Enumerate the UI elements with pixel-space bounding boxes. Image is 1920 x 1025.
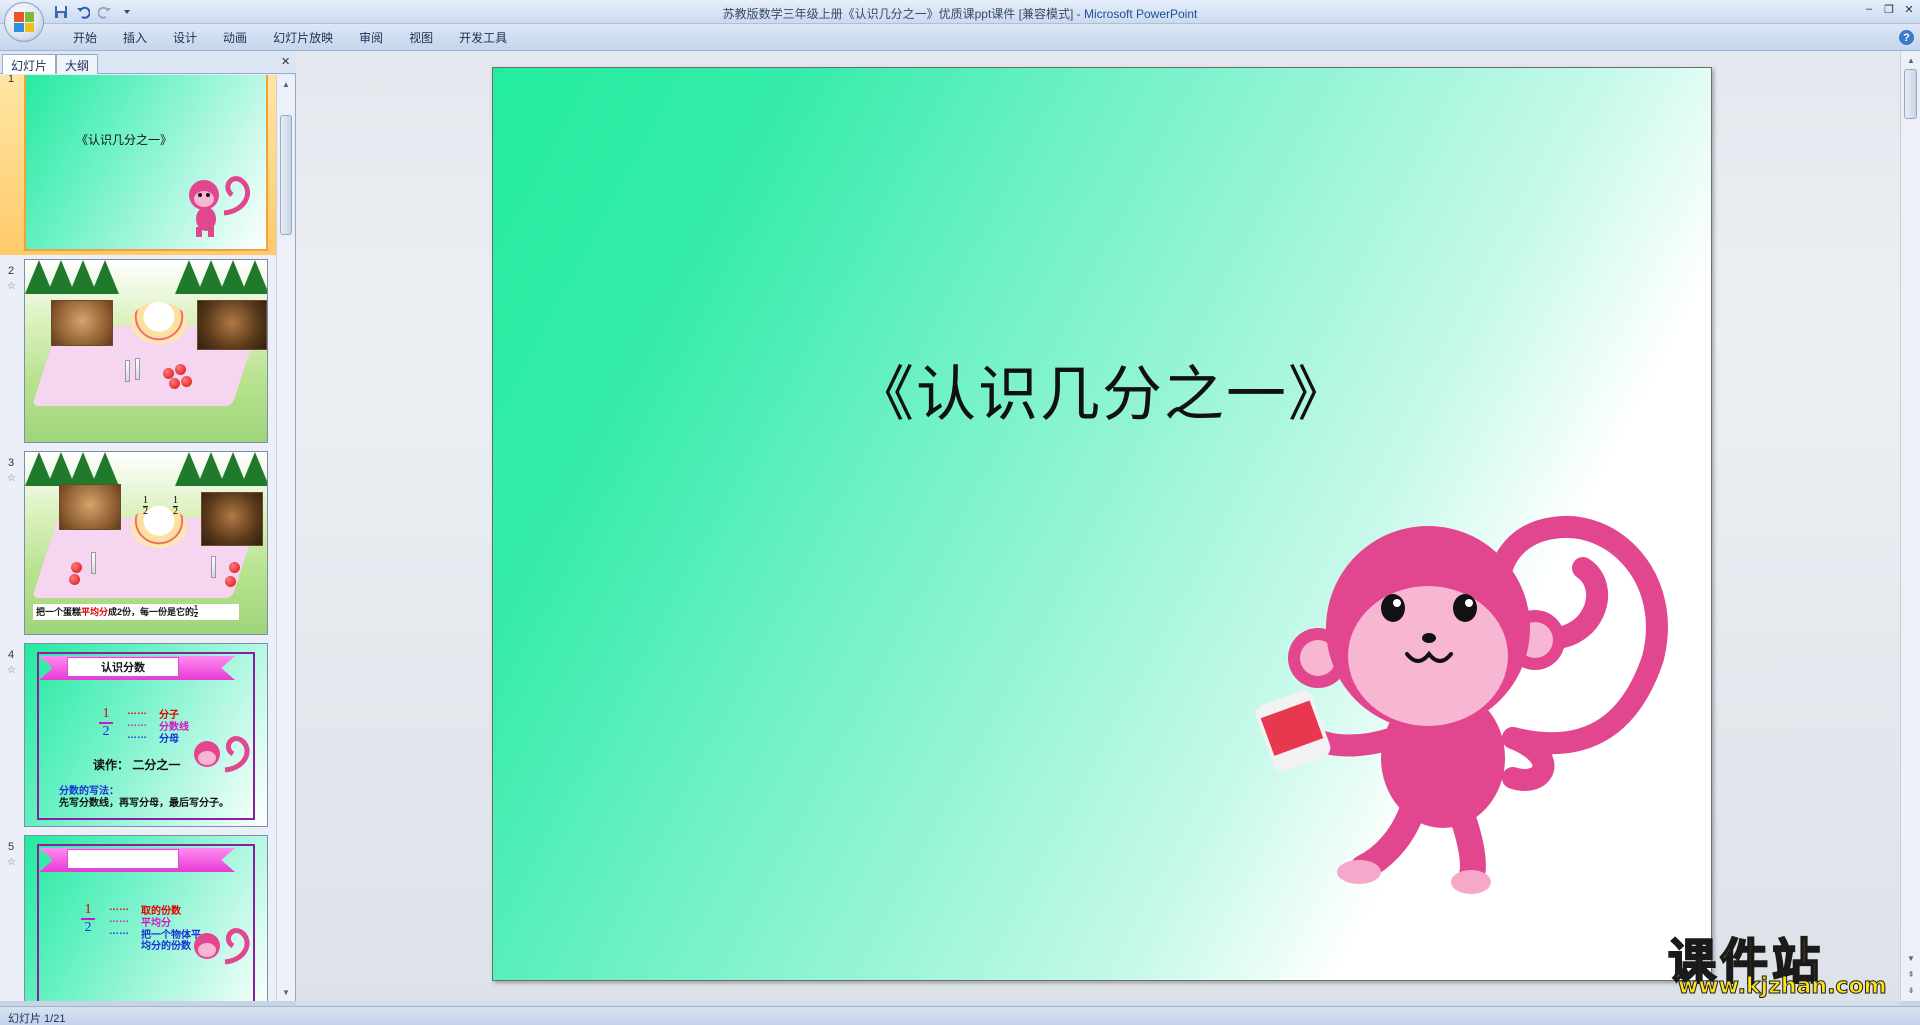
- monkey-icon: [194, 736, 250, 773]
- tab-view[interactable]: 视图: [396, 30, 446, 46]
- thumbnail-title: 《认识几分之一》: [76, 133, 173, 147]
- next-slide-icon[interactable]: ⇟: [1904, 983, 1918, 997]
- current-slide[interactable]: 《认识几分之一》: [492, 67, 1712, 981]
- slide-counter: 幻灯片 1/21: [8, 1013, 66, 1025]
- tab-home[interactable]: 开始: [60, 30, 110, 46]
- animation-star-icon: ☆: [7, 473, 16, 484]
- help-icon[interactable]: ?: [1899, 30, 1914, 45]
- slide-number: 2: [8, 265, 15, 277]
- dots-2: ……: [127, 718, 147, 729]
- thumbnail-scrollbar[interactable]: ▲ ▼: [276, 75, 294, 1001]
- bear-image: [197, 300, 267, 350]
- close-button[interactable]: ✕: [1902, 2, 1916, 16]
- banner-title: [67, 849, 179, 869]
- window-title: 苏教版数学三年级上册《认识几分之一》优质课ppt课件 [兼容模式] - Micr…: [0, 5, 1920, 22]
- slide-number: 3: [8, 457, 15, 469]
- animation-star-icon: ☆: [7, 281, 16, 292]
- thumbnail-preview: 12 12 把一个蛋糕平均分成2份，每一份是它的 1 2: [24, 451, 268, 635]
- office-logo-icon: [14, 12, 34, 32]
- tab-review[interactable]: 审阅: [346, 30, 396, 46]
- previous-slide-icon[interactable]: ⇞: [1904, 967, 1918, 981]
- dots-1: ……: [109, 902, 129, 913]
- tab-developer[interactable]: 开发工具: [446, 30, 520, 46]
- slide-thumbnail-2[interactable]: 2 ☆: [0, 255, 276, 447]
- scroll-down-icon[interactable]: ▼: [279, 985, 293, 999]
- read-as-text: 读作： 二分之一: [93, 758, 181, 772]
- panel-tab-bar: 幻灯片 大纲 ×: [0, 51, 296, 74]
- status-bar: 幻灯片 1/21: [0, 1006, 1920, 1025]
- slide-title[interactable]: 《认识几分之一》: [493, 346, 1711, 433]
- site-watermark: 课件站 www.kjzhan.com: [1667, 922, 1900, 1004]
- slide-thumbnail-4[interactable]: 4 ☆ 认识分数 12 …… …… …… 分子 分数线 分母 读作： 二分之一 …: [0, 639, 276, 831]
- fraction: 12: [99, 706, 113, 740]
- app-name: Microsoft PowerPoint: [1083, 7, 1198, 21]
- slide-editing-area: 《认识几分之一》: [296, 51, 1900, 1001]
- minimize-button[interactable]: –: [1862, 2, 1876, 16]
- cake-image: [131, 506, 187, 548]
- close-icon[interactable]: ×: [281, 53, 290, 70]
- scrollbar-thumb[interactable]: [280, 115, 292, 235]
- dots-2: ……: [109, 914, 129, 925]
- monkey-icon: [194, 928, 250, 965]
- scroll-down-icon[interactable]: ▼: [1904, 951, 1918, 965]
- thumbnail-preview: 12 …… …… …… 取的份数 平均分 把一个物体平 均分的份数: [24, 835, 268, 1001]
- label-denominator: 分母: [159, 734, 179, 745]
- fraction: 12: [81, 902, 95, 936]
- slide-caption: 把一个蛋糕平均分成2份，每一份是它的 1 2: [33, 604, 239, 621]
- fraction-right: 12: [173, 495, 178, 517]
- writing-method-text: 先写分数线，再写分母，最后写分子。: [59, 798, 229, 809]
- bear-image: [59, 484, 121, 530]
- scroll-up-icon[interactable]: ▲: [1904, 53, 1918, 67]
- label-total-parts-line2: 均分的份数: [141, 941, 191, 952]
- bear-image: [51, 300, 113, 346]
- animation-star-icon: ☆: [7, 857, 16, 868]
- monkey-image: [1255, 515, 1668, 894]
- thumbnail-preview: 认识分数 12 …… …… …… 分子 分数线 分母 读作： 二分之一 分数的写…: [24, 643, 268, 827]
- thumbnail-preview: 《认识几分之一》: [24, 75, 268, 251]
- dots-3: ……: [109, 926, 129, 937]
- office-button[interactable]: [4, 2, 44, 42]
- cake-image: [131, 302, 187, 344]
- monkey-icon: [189, 176, 250, 237]
- restore-button[interactable]: ❐: [1882, 2, 1896, 16]
- title-bar: 苏教版数学三年级上册《认识几分之一》优质课ppt课件 [兼容模式] - Micr…: [0, 0, 1920, 24]
- window-controls: – ❐ ✕: [1862, 2, 1916, 16]
- tab-slides[interactable]: 幻灯片: [2, 54, 57, 74]
- slide-thumbnail-5[interactable]: 5 ☆ 12 …… …… …… 取的份数 平均分 把一个物体平 均分的份数: [0, 831, 276, 1001]
- animation-star-icon: ☆: [7, 665, 16, 676]
- thumbnail-preview: [24, 259, 268, 443]
- slides-panel: 幻灯片 大纲 × 1 《认识几分之一》 2 ☆ 3 ☆ 1 2 1 2 把一个蛋…: [0, 51, 296, 1001]
- slide-scrollbar[interactable]: ▲ ▼ ⇞ ⇟: [1900, 51, 1920, 1001]
- document-title: 苏教版数学三年级上册《认识几分之一》优质课ppt课件 [兼容模式] -: [722, 7, 1084, 21]
- thumbnail-list: 1 《认识几分之一》 2 ☆ 3 ☆ 1 2 1 2 把一个蛋糕平均分成2份，每…: [0, 75, 276, 1001]
- tab-animations[interactable]: 动画: [210, 30, 260, 46]
- dots-3: ……: [127, 730, 147, 741]
- tab-outline[interactable]: 大纲: [56, 54, 99, 74]
- slide-thumbnail-3[interactable]: 3 ☆ 12 12 把一个蛋糕平均分成2份，每一份是它的 1 2: [0, 447, 276, 639]
- slide-thumbnail-1[interactable]: 1 《认识几分之一》: [0, 75, 276, 255]
- slide-number: 5: [8, 841, 15, 853]
- slide-number: 4: [8, 649, 15, 661]
- bear-image: [201, 492, 263, 546]
- dots-1: ……: [127, 706, 147, 717]
- slide-number: 1: [8, 75, 15, 85]
- ribbon-tab-bar: 开始 插入 设计 动画 幻灯片放映 审阅 视图 开发工具 ?: [0, 24, 1920, 51]
- banner-title: 认识分数: [67, 657, 179, 677]
- fraction-left: 12: [143, 495, 148, 517]
- tab-insert[interactable]: 插入: [110, 30, 160, 46]
- watermark-url: www.kjzhan.com: [1678, 974, 1888, 1000]
- scrollbar-thumb[interactable]: [1904, 69, 1917, 119]
- scroll-up-icon[interactable]: ▲: [279, 77, 293, 91]
- tab-slideshow[interactable]: 幻灯片放映: [260, 30, 346, 46]
- tab-design[interactable]: 设计: [160, 30, 210, 46]
